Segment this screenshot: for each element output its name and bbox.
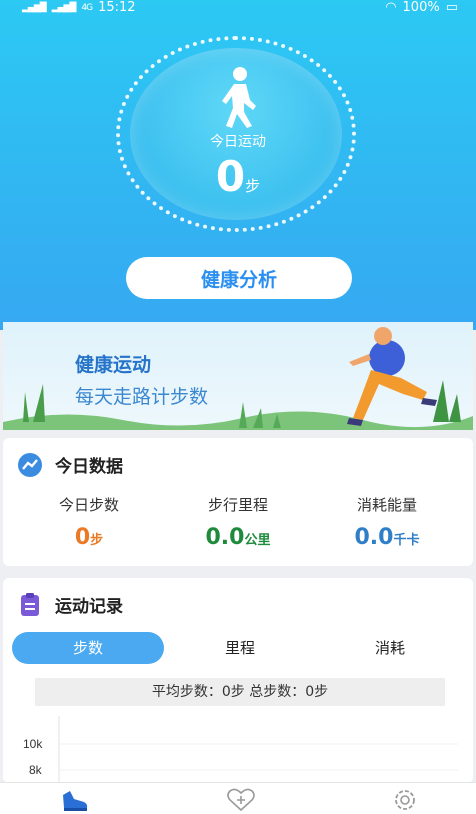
today-steps-unit: 步 xyxy=(245,177,261,195)
today-steps-value: 0 xyxy=(215,152,246,201)
metric-distance-value: 0.0 xyxy=(205,525,245,550)
metric-calories-value: 0.0 xyxy=(354,525,394,550)
signal-icon: ▂▄▆█ xyxy=(22,2,47,13)
heart-plus-icon[interactable] xyxy=(226,787,256,813)
metric-distance-label: 步行里程 xyxy=(207,496,268,514)
today-steps: 0步 xyxy=(0,152,476,201)
exercise-record-title: 运动记录 xyxy=(55,597,123,617)
steps-chart: 10k 8k xyxy=(23,716,458,783)
network-label: 4G xyxy=(81,2,93,13)
bottom-nav xyxy=(0,782,476,814)
metric-steps-unit: 步 xyxy=(90,533,104,548)
tab-calories[interactable]: 消耗 xyxy=(316,632,464,664)
battery-percent: 100% xyxy=(402,0,440,15)
steps-summary: 平均步数：0步 总步数：0步 xyxy=(35,678,445,706)
signal-icon-2: ▂▄▆█ xyxy=(51,2,77,13)
metric-distance: 步行里程 0.0公里 xyxy=(160,494,316,550)
record-tabs: 步数 里程 消耗 xyxy=(12,632,464,664)
health-banner[interactable]: 健康运动 每天走路计步数 xyxy=(3,322,473,430)
walker-icon xyxy=(222,67,256,128)
ytick-10k: 10k xyxy=(23,737,43,751)
today-data-title: 今日数据 xyxy=(55,457,123,477)
trend-icon xyxy=(18,453,42,477)
ytick-8k: 8k xyxy=(29,763,43,777)
metric-steps: 今日步数 0步 xyxy=(11,494,167,550)
metric-steps-value: 0 xyxy=(74,525,91,550)
metric-calories-unit: 千卡 xyxy=(393,533,420,548)
wifi-icon: ◠ xyxy=(385,0,397,15)
status-bar: ▂▄▆█ ▂▄▆█ 4G 15:12 ◠ 100% ▭ xyxy=(0,0,476,16)
exercise-record-card: 运动记录 步数 里程 消耗 平均步数：0步 总步数：0步 10k 8k xyxy=(3,578,473,783)
tab-distance[interactable]: 里程 xyxy=(164,632,316,664)
metric-calories-label: 消耗能量 xyxy=(356,496,417,514)
tab-steps[interactable]: 步数 xyxy=(12,632,164,664)
banner-illustration xyxy=(3,327,473,430)
battery-icon: ▭ xyxy=(445,0,458,15)
metric-calories: 消耗能量 0.0千卡 xyxy=(309,494,465,550)
today-exercise-label: 今日运动 xyxy=(210,134,266,150)
gear-icon[interactable] xyxy=(390,787,420,813)
header-background: ▂▄▆█ ▂▄▆█ 4G 15:12 ◠ 100% ▭ 今日运动 0步 健康分析 xyxy=(0,0,476,330)
today-data-card: 今日数据 今日步数 0步 步行里程 0.0公里 消耗能量 0.0千卡 xyxy=(3,438,473,566)
metric-distance-unit: 公里 xyxy=(244,533,271,548)
health-analysis-button[interactable]: 健康分析 xyxy=(126,257,352,299)
metric-steps-label: 今日步数 xyxy=(58,496,119,514)
clipboard-icon xyxy=(21,593,39,616)
status-time: 15:12 xyxy=(98,0,136,15)
banner-subtitle: 每天走路计步数 xyxy=(75,386,209,408)
shoe-icon[interactable] xyxy=(60,787,90,813)
banner-title: 健康运动 xyxy=(75,354,152,376)
